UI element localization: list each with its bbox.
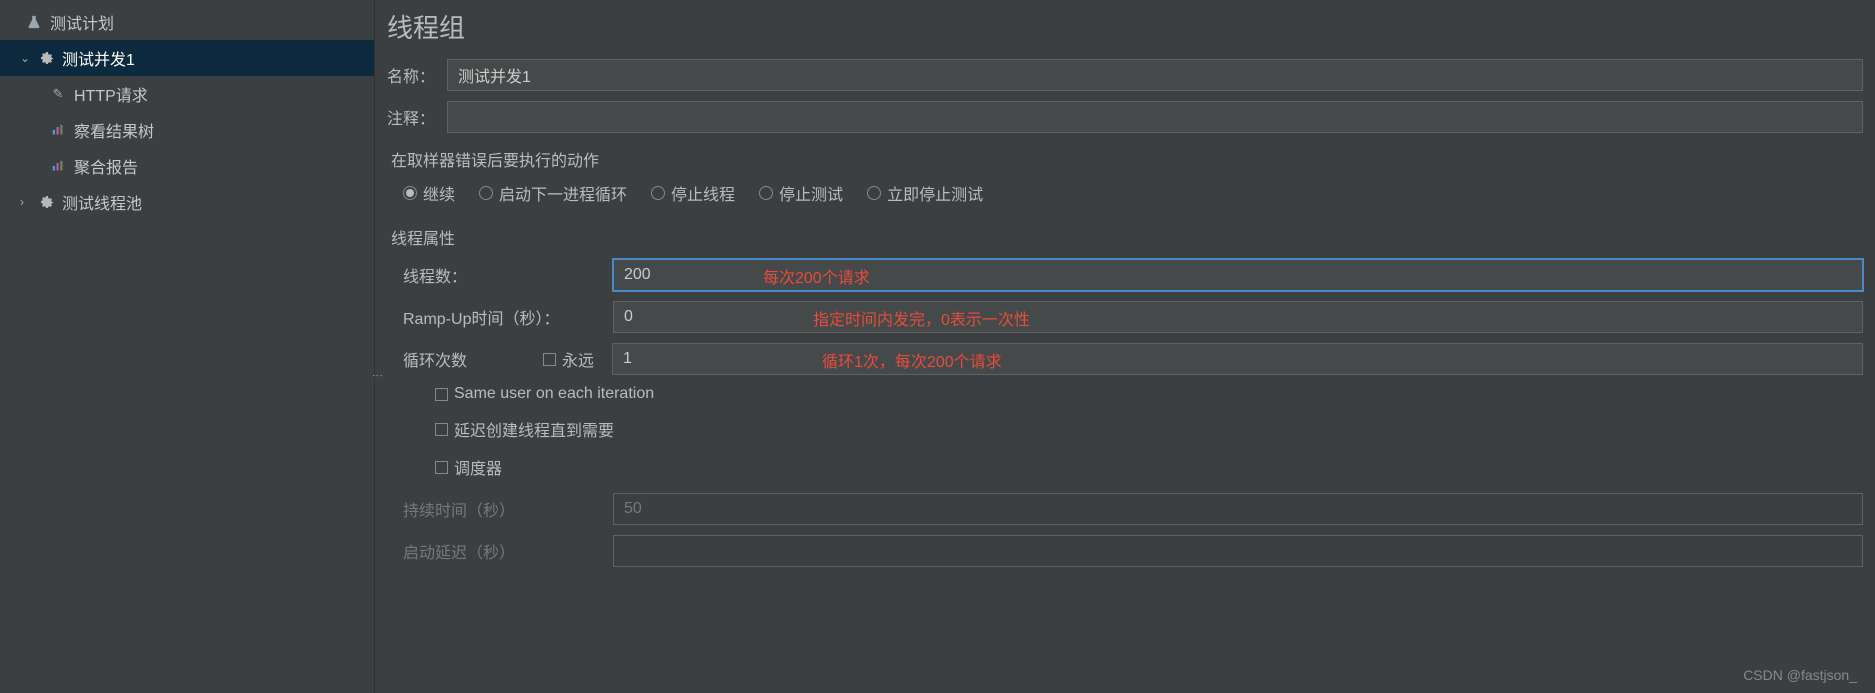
splitter-handle-icon[interactable]: ⋮ [371, 370, 384, 381]
panel-title: 线程组 [387, 8, 1863, 45]
tree-item-thread-pool[interactable]: › 测试线程池 [0, 184, 374, 220]
comment-input[interactable] [447, 101, 1863, 133]
checkbox-icon [543, 353, 556, 366]
chart-icon [48, 124, 68, 136]
chevron-down-icon: ⌄ [20, 51, 34, 65]
checkbox-icon [435, 423, 448, 436]
tree-label: 测试计划 [50, 10, 114, 34]
radio-continue[interactable]: 继续 [403, 181, 455, 205]
gear-icon [36, 194, 56, 210]
same-user-checkbox[interactable]: Same user on each iteration [403, 385, 1863, 403]
tree-label: 察看结果树 [74, 118, 154, 142]
radio-icon [759, 186, 773, 200]
radio-next-loop[interactable]: 启动下一进程循环 [479, 181, 627, 205]
radio-icon [403, 186, 417, 200]
radio-stop-thread[interactable]: 停止线程 [651, 181, 735, 205]
error-action-title: 在取样器错误后要执行的动作 [391, 147, 1863, 171]
tree-item-plan[interactable]: 测试计划 [0, 4, 374, 40]
tree-label: 聚合报告 [74, 154, 138, 178]
name-label: 名称： [387, 63, 437, 87]
rampup-input[interactable] [613, 301, 1863, 333]
tree-item-http-request[interactable]: ✎ HTTP请求 [0, 76, 374, 112]
tree-label: 测试线程池 [62, 190, 142, 214]
main-panel: 线程组 名称： 注释： 在取样器错误后要执行的动作 继续 启动下一进程循环 停止… [375, 0, 1875, 693]
duration-label: 持续时间（秒） [403, 497, 613, 521]
radio-icon [651, 186, 665, 200]
comment-label: 注释： [387, 105, 437, 129]
rampup-label: Ramp-Up时间（秒）： [403, 305, 613, 329]
pencil-icon: ✎ [48, 86, 68, 102]
delay-create-checkbox[interactable]: 延迟创建线程直到需要 [403, 417, 1863, 441]
gear-icon [36, 50, 56, 66]
startup-delay-input[interactable] [613, 535, 1863, 567]
radio-stop-test[interactable]: 停止测试 [759, 181, 843, 205]
forever-checkbox[interactable]: 永远 [543, 347, 594, 371]
flask-icon [24, 15, 44, 29]
watermark: CSDN @fastjson_ [1743, 667, 1857, 683]
threads-label: 线程数： [403, 263, 613, 287]
chevron-right-icon: › [20, 195, 34, 209]
sidebar-tree: 测试计划 ⌄ 测试并发1 ✎ HTTP请求 察看结果树 聚合报告 › 测试线程池 [0, 0, 375, 693]
name-input[interactable] [447, 59, 1863, 91]
startup-delay-label: 启动延迟（秒） [403, 539, 613, 563]
radio-icon [867, 186, 881, 200]
scheduler-checkbox[interactable]: 调度器 [403, 455, 1863, 479]
radio-icon [479, 186, 493, 200]
duration-input[interactable] [613, 493, 1863, 525]
tree-item-aggregate-report[interactable]: 聚合报告 [0, 148, 374, 184]
error-action-group: 继续 启动下一进程循环 停止线程 停止测试 立即停止测试 [387, 181, 1863, 205]
chart-icon [48, 160, 68, 172]
tree-item-thread-group[interactable]: ⌄ 测试并发1 [0, 40, 374, 76]
checkbox-icon [435, 388, 448, 401]
tree-item-result-tree[interactable]: 察看结果树 [0, 112, 374, 148]
thread-props-title: 线程属性 [391, 225, 1863, 249]
tree-label: 测试并发1 [62, 46, 135, 70]
tree-label: HTTP请求 [74, 82, 148, 106]
checkbox-icon [435, 461, 448, 474]
loop-input[interactable] [612, 343, 1863, 375]
threads-input[interactable] [613, 259, 1863, 291]
radio-stop-now[interactable]: 立即停止测试 [867, 181, 983, 205]
